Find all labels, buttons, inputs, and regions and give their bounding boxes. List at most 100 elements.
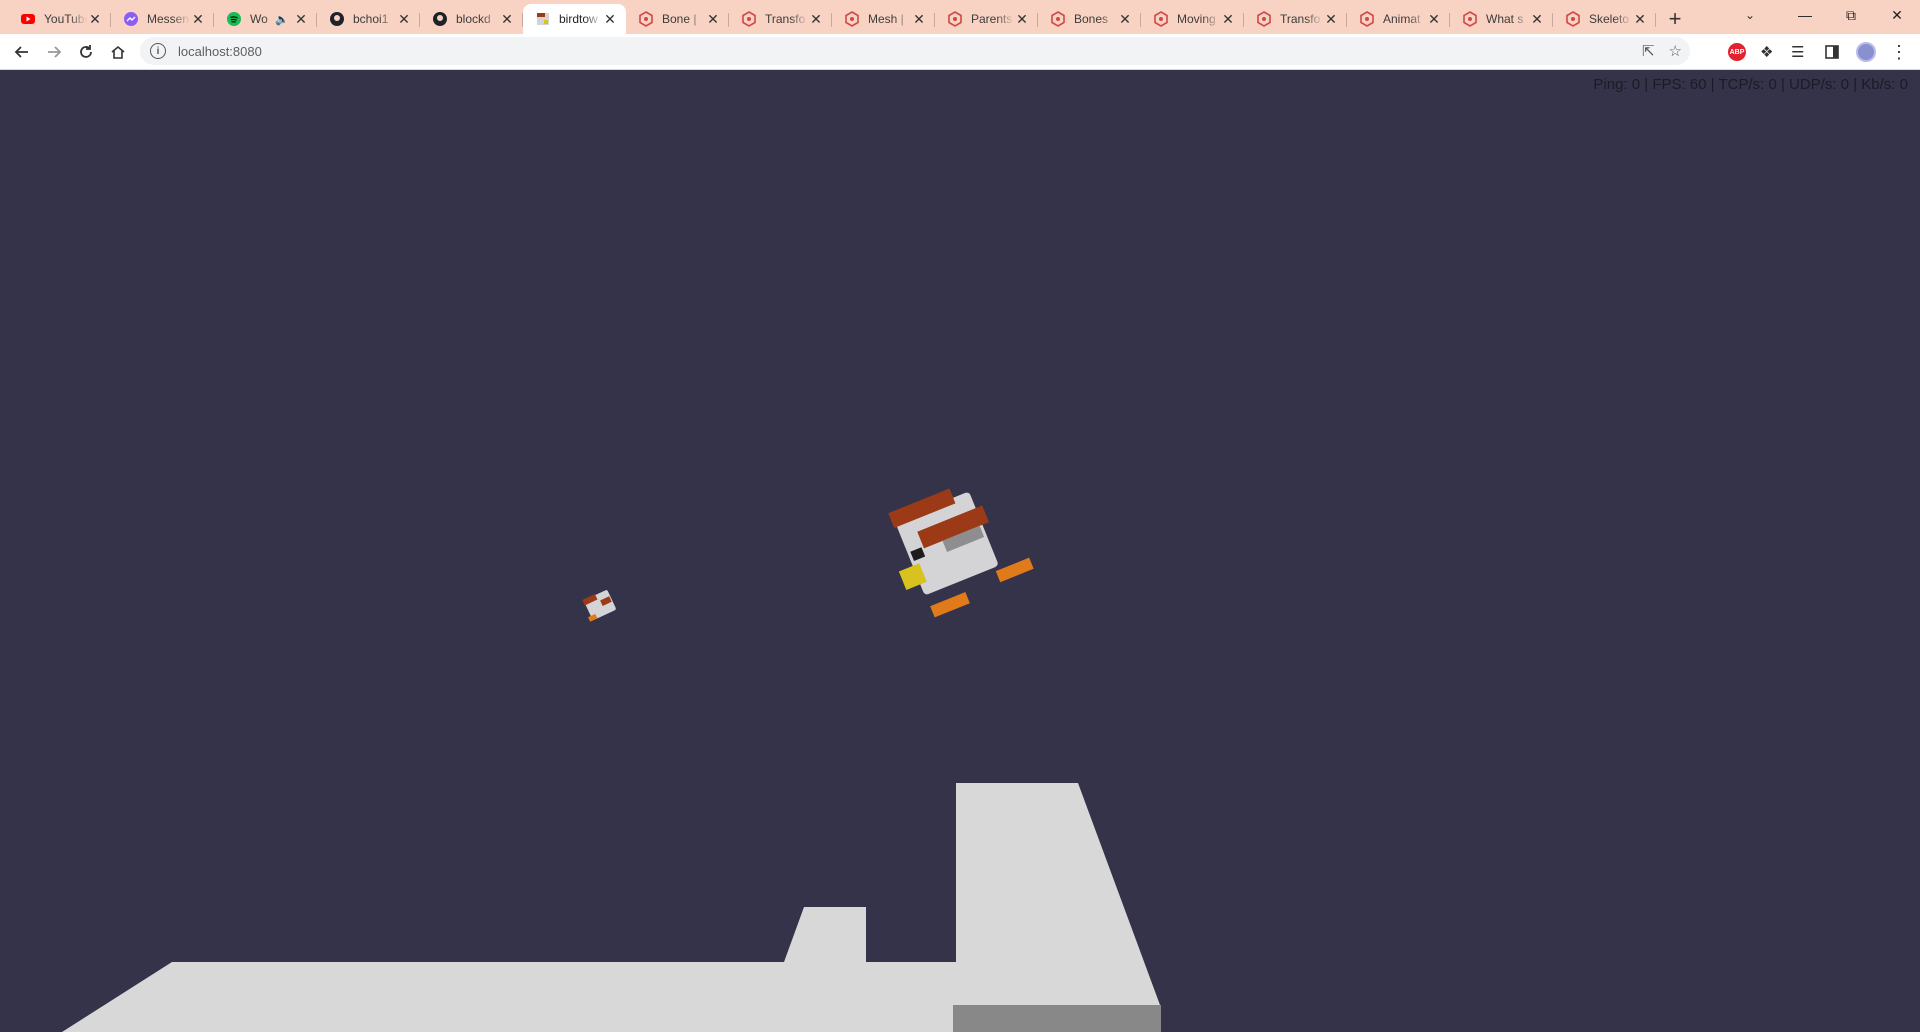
reload-button[interactable] xyxy=(70,36,102,68)
close-tab-icon[interactable]: ✕ xyxy=(1117,11,1133,27)
chevron-down-icon: ⌄ xyxy=(1744,8,1756,22)
bookmark-star-icon[interactable]: ☆ xyxy=(1669,42,1682,60)
tab-search-button[interactable]: ⌄ xyxy=(1730,0,1770,30)
browser-menu-button[interactable]: ⋮ xyxy=(1890,34,1908,70)
babylon-icon xyxy=(1153,11,1169,27)
browser-tab[interactable]: Mesh | ✕ xyxy=(832,4,935,34)
arrow-right-icon xyxy=(48,45,62,58)
window-controls: — ⧉ ✕ xyxy=(1782,0,1920,30)
side-panel-button[interactable] xyxy=(1824,34,1840,70)
playlist-icon: ☰ xyxy=(1791,44,1805,61)
restore-button[interactable]: ⧉ xyxy=(1828,0,1874,30)
minimize-button[interactable]: — xyxy=(1782,0,1828,30)
browser-tab[interactable]: bchoi1 ✕ xyxy=(317,4,420,34)
tab-list: YouTube✕Messenger✕Wo🔈✕bchoi1✕blockd✕bird… xyxy=(0,0,1690,34)
github-icon xyxy=(329,11,345,27)
babylon-icon xyxy=(1050,11,1066,27)
game-scene xyxy=(62,488,1161,1032)
profile-button[interactable] xyxy=(1856,34,1876,70)
close-tab-icon[interactable]: ✕ xyxy=(1014,11,1030,27)
browser-tab[interactable]: YouTube ✕ xyxy=(8,4,111,34)
side-panel-icon xyxy=(1825,45,1839,59)
arrow-left-icon xyxy=(14,45,28,58)
close-tab-icon[interactable]: ✕ xyxy=(1323,11,1339,27)
close-tab-icon[interactable]: ✕ xyxy=(705,11,721,27)
back-button[interactable] xyxy=(6,36,38,68)
close-tab-icon[interactable]: ✕ xyxy=(396,11,412,27)
home-icon xyxy=(111,45,125,59)
tab-title: Animat xyxy=(1383,12,1421,26)
tab-strip: YouTube✕Messenger✕Wo🔈✕bchoi1✕blockd✕bird… xyxy=(0,0,1920,34)
tab-title: Bones xyxy=(1074,12,1109,26)
browser-tab[interactable]: Wo 🔈 ✕ xyxy=(214,4,317,34)
tab-title: blockd xyxy=(456,12,491,26)
adblock-icon: ABP xyxy=(1728,43,1746,61)
github-icon xyxy=(432,11,448,27)
platform-shadow xyxy=(953,1005,1161,1032)
distant-bird xyxy=(582,590,616,622)
tab-title: Messenger xyxy=(147,12,190,26)
tab-title: YouTube xyxy=(44,12,87,26)
new-tab-button[interactable]: + xyxy=(1660,4,1690,34)
browser-tab[interactable]: Animat ✕ xyxy=(1347,4,1450,34)
browser-tab[interactable]: Transfo ✕ xyxy=(1244,4,1347,34)
close-icon: ✕ xyxy=(1891,6,1903,23)
avatar xyxy=(1856,42,1876,62)
kebab-menu-icon: ⋮ xyxy=(1890,41,1908,62)
tab-title: Skeleto xyxy=(1589,12,1630,26)
home-button[interactable] xyxy=(102,36,134,68)
close-window-button[interactable]: ✕ xyxy=(1874,0,1920,30)
birdtown-icon xyxy=(535,11,551,27)
babylon-icon xyxy=(1565,11,1581,27)
browser-tab[interactable]: Bone | ✕ xyxy=(626,4,729,34)
babylon-icon xyxy=(844,11,860,27)
adblock-extension[interactable]: ABP xyxy=(1728,34,1746,70)
close-tab-icon[interactable]: ✕ xyxy=(1529,11,1545,27)
browser-tab[interactable]: Transfo ✕ xyxy=(729,4,832,34)
close-tab-icon[interactable]: ✕ xyxy=(87,11,103,27)
messenger-icon xyxy=(123,11,139,27)
site-info-icon[interactable]: i xyxy=(150,43,166,59)
reload-icon xyxy=(80,44,92,58)
browser-tab[interactable]: Bones ✕ xyxy=(1038,4,1141,34)
tab-title: Moving xyxy=(1177,12,1216,26)
tab-title: Transfo xyxy=(1280,12,1321,26)
restore-icon: ⧉ xyxy=(1846,6,1856,23)
media-controls-button[interactable]: ☰ xyxy=(1791,34,1804,70)
browser-toolbar: i localhost:8080 ⇱ ☆ ABP ❖ ☰ ⋮ xyxy=(0,34,1920,70)
close-tab-icon[interactable]: ✕ xyxy=(293,11,309,27)
browser-tab[interactable]: Skeleto ✕ xyxy=(1553,4,1656,34)
tab-title: What s xyxy=(1486,12,1524,26)
speaker-icon[interactable]: 🔈 xyxy=(275,13,289,26)
close-tab-icon[interactable]: ✕ xyxy=(499,11,515,27)
close-tab-icon[interactable]: ✕ xyxy=(602,11,618,27)
browser-tab[interactable]: What s ✕ xyxy=(1450,4,1553,34)
close-tab-icon[interactable]: ✕ xyxy=(808,11,824,27)
browser-tab[interactable]: Parents ✕ xyxy=(935,4,1038,34)
close-tab-icon[interactable]: ✕ xyxy=(1220,11,1236,27)
tab-title: Wo xyxy=(250,12,268,26)
browser-tab[interactable]: Moving ✕ xyxy=(1141,4,1244,34)
browser-tab[interactable]: blockd ✕ xyxy=(420,4,523,34)
player-bird xyxy=(888,488,1034,618)
close-tab-icon[interactable]: ✕ xyxy=(190,11,206,27)
close-tab-icon[interactable]: ✕ xyxy=(1632,11,1648,27)
spotify-icon xyxy=(226,11,242,27)
browser-tab[interactable]: birdtow ✕ xyxy=(523,4,626,34)
share-icon[interactable]: ⇱ xyxy=(1642,42,1655,60)
address-bar[interactable]: i localhost:8080 ⇱ ☆ xyxy=(140,37,1690,65)
minimize-icon: — xyxy=(1798,7,1812,23)
browser-tab[interactable]: Messenger✕ xyxy=(111,4,214,34)
level-geometry xyxy=(62,783,1161,1032)
babylon-icon xyxy=(1462,11,1478,27)
forward-button[interactable] xyxy=(38,36,70,68)
tab-title: birdtow xyxy=(559,12,598,26)
omnibox-actions: ⇱ ☆ xyxy=(1642,42,1682,60)
tab-title: Mesh | xyxy=(868,12,904,26)
close-tab-icon[interactable]: ✕ xyxy=(1426,11,1442,27)
game-canvas[interactable]: Ping: 0 | FPS: 60 | TCP/s: 0 | UDP/s: 0 … xyxy=(0,71,1920,1032)
close-tab-icon[interactable]: ✕ xyxy=(911,11,927,27)
extensions-button[interactable]: ❖ xyxy=(1760,34,1773,70)
url-text[interactable]: localhost:8080 xyxy=(178,44,262,59)
tab-title: bchoi1 xyxy=(353,12,389,26)
